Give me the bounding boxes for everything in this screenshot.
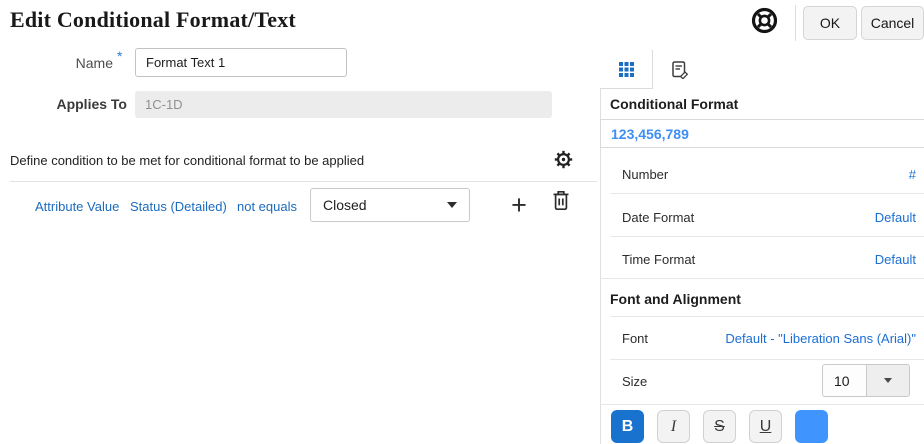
page-title: Edit Conditional Format/Text: [10, 7, 296, 33]
time-format-label: Time Format: [622, 252, 695, 267]
format-preview-box: 123,456,789: [600, 119, 924, 148]
row-divider: [600, 278, 924, 279]
font-label: Font: [622, 331, 648, 346]
grid-icon: [619, 62, 634, 77]
chevron-down-icon: [447, 202, 457, 208]
form-edit-icon: [670, 60, 689, 79]
size-label: Size: [622, 374, 647, 389]
section-font-alignment-title: Font and Alignment: [610, 291, 741, 307]
required-asterisk: *: [117, 48, 122, 64]
style-row-divider: [600, 404, 924, 405]
row-divider: [610, 236, 924, 237]
font-value-link[interactable]: Default - "Liberation Sans (Arial)": [660, 331, 916, 346]
italic-button[interactable]: I: [657, 410, 690, 443]
condition-operator-link[interactable]: not equals: [237, 199, 297, 214]
time-format-value-link[interactable]: Default: [700, 252, 916, 267]
panel-divider: [600, 50, 601, 444]
applies-to-field: 1C-1D: [135, 91, 552, 118]
cancel-button[interactable]: Cancel: [861, 6, 924, 40]
help-lifebuoy-icon[interactable]: [751, 7, 778, 34]
row-divider: [610, 193, 924, 194]
date-format-label: Date Format: [622, 210, 694, 225]
add-condition-button[interactable]: +: [505, 188, 533, 222]
row-divider: [610, 316, 924, 317]
gear-icon[interactable]: [554, 150, 573, 169]
strikethrough-button[interactable]: S: [703, 410, 736, 443]
row-divider: [610, 359, 924, 360]
tab-edit-properties[interactable]: [653, 50, 705, 88]
number-label: Number: [622, 167, 668, 182]
size-input[interactable]: 10: [822, 364, 867, 397]
condition-type-link[interactable]: Attribute Value: [35, 199, 119, 214]
tab-conditional-format[interactable]: [600, 50, 653, 89]
section-conditional-format-title: Conditional Format: [610, 96, 738, 112]
condition-value-select[interactable]: Closed: [310, 188, 470, 222]
underline-button[interactable]: U: [749, 410, 782, 443]
name-input[interactable]: Format Text 1: [135, 48, 347, 77]
number-value-link[interactable]: #: [700, 167, 916, 182]
condition-instruction: Define condition to be met for condition…: [10, 153, 364, 168]
size-dropdown-button[interactable]: [866, 364, 910, 397]
header-divider: [795, 5, 796, 41]
condition-value-selected: Closed: [323, 197, 367, 213]
date-format-value-link[interactable]: Default: [700, 210, 916, 225]
condition-divider: [10, 181, 597, 182]
ok-button[interactable]: OK: [803, 6, 857, 40]
condition-field-link[interactable]: Status (Detailed): [130, 199, 227, 214]
delete-condition-trash-icon[interactable]: [551, 190, 571, 211]
edit-conditional-format-dialog: Edit Conditional Format/Text OK Cancel N…: [0, 0, 924, 444]
bold-button[interactable]: B: [611, 410, 644, 443]
name-label: Name: [30, 55, 113, 71]
applies-to-label: Applies To: [20, 96, 127, 112]
font-color-swatch[interactable]: [795, 410, 828, 443]
chevron-down-icon: [884, 378, 892, 383]
format-preview-text: 123,456,789: [611, 126, 689, 142]
